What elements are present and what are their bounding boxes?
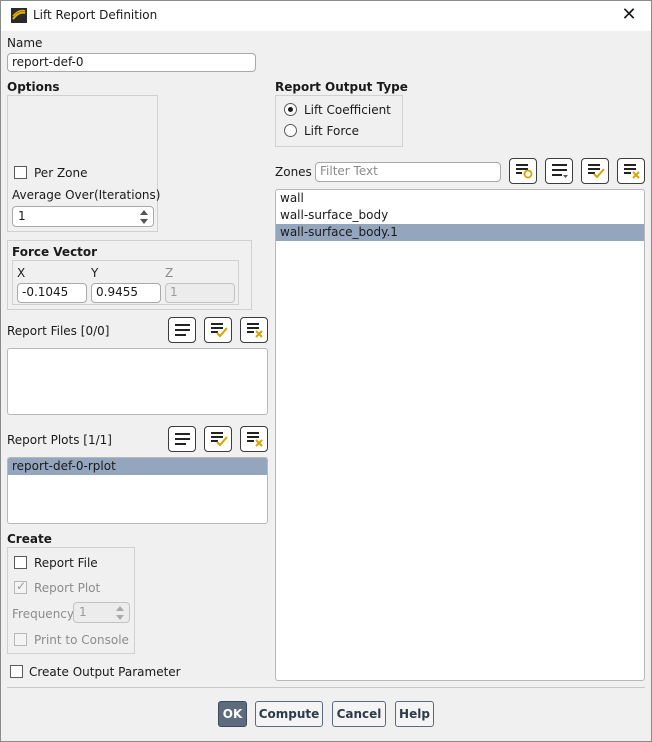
- force-x-label: X: [17, 266, 26, 280]
- print-console-label: Print to Console: [34, 633, 129, 647]
- force-z-label: Z: [165, 266, 174, 280]
- frequency-label: Frequency: [12, 607, 74, 621]
- force-vector-title: Force Vector: [12, 245, 98, 259]
- average-over-label: Average Over(Iterations): [12, 188, 161, 202]
- create-output-param-checkbox[interactable]: [10, 665, 23, 678]
- report-files-label: Report Files [0/0]: [7, 324, 110, 338]
- zones-deselect-all-button[interactable]: [617, 158, 645, 184]
- deselect-all-icon: [247, 432, 263, 447]
- create-title: Create: [7, 532, 52, 546]
- ok-button[interactable]: OK: [218, 701, 247, 727]
- report-plots-label: Report Plots [1/1]: [7, 433, 112, 447]
- title-bar: Lift Report Definition ✕: [1, 1, 651, 31]
- select-all-icon: [588, 164, 605, 179]
- report-files-deselect-all-button[interactable]: [240, 317, 268, 343]
- lift-force-label: Lift Force: [304, 124, 360, 138]
- frequency-spinner: 1: [73, 602, 130, 623]
- report-files-count: [0/0]: [80, 324, 110, 338]
- zones-list-button[interactable]: [545, 158, 573, 184]
- lift-coefficient-radio[interactable]: [284, 103, 297, 116]
- force-z-field: 1: [165, 283, 235, 303]
- zones-filter-input[interactable]: Filter Text: [315, 162, 501, 182]
- spinner-arrows-icon: [116, 605, 126, 621]
- report-plots-deselect-all-button[interactable]: [240, 426, 268, 452]
- per-zone-label: Per Zone: [34, 166, 88, 180]
- report-plot-label: Report Plot: [34, 581, 101, 595]
- help-button[interactable]: Help: [395, 701, 434, 727]
- list-item[interactable]: wall-surface_body: [276, 207, 644, 224]
- zones-list[interactable]: wall wall-surface_body wall-surface_body…: [275, 189, 645, 681]
- list-icon: [175, 433, 190, 445]
- report-files-select-all-button[interactable]: [204, 317, 232, 343]
- name-label: Name: [7, 36, 43, 50]
- force-x-field[interactable]: -0.1045: [17, 283, 87, 303]
- cancel-button[interactable]: Cancel: [332, 701, 386, 727]
- list-item[interactable]: wall-surface_body.1: [276, 224, 644, 241]
- lift-force-radio[interactable]: [284, 124, 297, 137]
- average-over-value: 1: [18, 209, 26, 223]
- options-title: Options: [7, 80, 60, 94]
- check-icon: ✓: [16, 579, 27, 593]
- separator: [7, 687, 645, 688]
- list-item[interactable]: report-def-0-rplot: [8, 458, 267, 475]
- filter-match-icon: [516, 164, 533, 179]
- report-file-checkbox[interactable]: [14, 556, 27, 569]
- deselect-all-icon: [624, 164, 640, 179]
- print-console-checkbox: [14, 633, 27, 646]
- name-field[interactable]: report-def-0: [7, 53, 256, 72]
- create-output-param-label: Create Output Parameter: [29, 665, 181, 679]
- report-file-label: Report File: [34, 556, 98, 570]
- average-over-spinner[interactable]: 1: [12, 206, 154, 227]
- zones-label: Zones: [275, 165, 312, 179]
- report-plots-select-all-button[interactable]: [204, 426, 232, 452]
- force-y-label: Y: [91, 266, 99, 280]
- report-plot-checkbox: ✓: [14, 579, 27, 594]
- deselect-all-icon: [247, 323, 263, 338]
- report-plots-list-button[interactable]: [168, 426, 196, 452]
- report-plots-list[interactable]: report-def-0-rplot: [7, 457, 268, 524]
- spinner-arrows-icon[interactable]: [140, 209, 150, 225]
- list-item[interactable]: wall: [276, 190, 644, 207]
- lift-coefficient-label: Lift Coefficient: [304, 103, 391, 117]
- list-icon: [175, 324, 190, 336]
- fluent-app-icon: [11, 8, 27, 23]
- zones-select-all-button[interactable]: [581, 158, 609, 184]
- force-y-field[interactable]: 0.9455: [91, 283, 161, 303]
- compute-button[interactable]: Compute: [255, 701, 323, 727]
- list-dropdown-icon: [552, 164, 568, 178]
- report-plots-count: [1/1]: [83, 433, 112, 447]
- select-all-icon: [211, 323, 228, 338]
- select-all-icon: [211, 432, 228, 447]
- window-title: Lift Report Definition: [33, 8, 158, 22]
- per-zone-checkbox[interactable]: [14, 166, 27, 179]
- close-icon[interactable]: ✕: [619, 5, 639, 25]
- report-output-type-title: Report Output Type: [275, 80, 408, 94]
- report-files-list[interactable]: [7, 348, 268, 415]
- dialog-window: Lift Report Definition ✕ Name report-def…: [0, 0, 652, 742]
- zones-match-button[interactable]: [509, 158, 537, 184]
- frequency-value: 1: [79, 605, 87, 619]
- report-files-list-button[interactable]: [168, 317, 196, 343]
